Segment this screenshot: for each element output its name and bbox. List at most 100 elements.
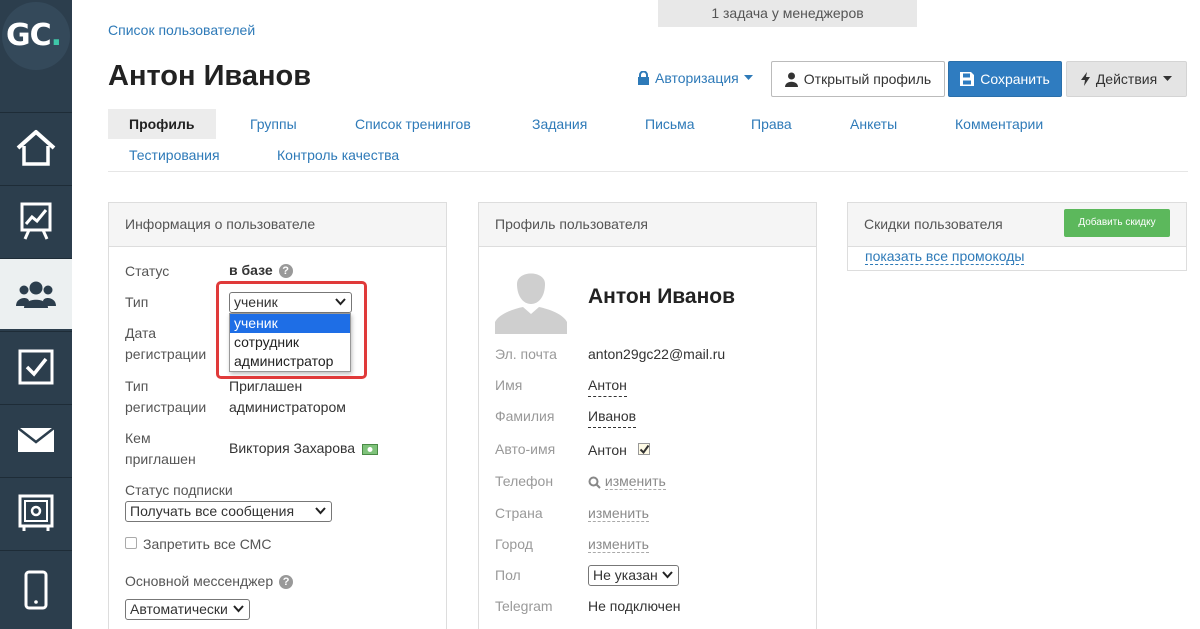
- city-field[interactable]: изменить: [588, 534, 649, 555]
- tab-trainings[interactable]: Список тренингов: [355, 109, 471, 139]
- logo-letters: GC: [6, 18, 52, 53]
- status-value: в базе?: [229, 260, 293, 281]
- reg-type-label-2: регистрации: [125, 399, 207, 415]
- tab-quality[interactable]: Контроль качества: [277, 140, 399, 170]
- tab-testing[interactable]: Тестирования: [129, 140, 220, 170]
- phone-field[interactable]: изменить: [588, 471, 666, 492]
- auth-dropdown[interactable]: Авторизация: [637, 70, 753, 86]
- sidebar-item-reports[interactable]: [0, 185, 72, 256]
- floppy-icon: [960, 72, 975, 86]
- phone-label: Телефон: [495, 473, 554, 489]
- actions-dropdown-button[interactable]: Действия: [1066, 61, 1187, 97]
- telegram-label: Telegram: [495, 598, 553, 614]
- help-icon[interactable]: ?: [278, 264, 293, 279]
- sidebar-item-users[interactable]: [0, 258, 72, 329]
- sms-checkbox[interactable]: [125, 537, 137, 549]
- gender-select[interactable]: Не указан: [588, 565, 679, 586]
- telegram-value: Не подключен: [588, 598, 681, 614]
- tab-groups[interactable]: Группы: [250, 109, 297, 139]
- sidebar-item-tasks[interactable]: [0, 331, 72, 402]
- gender-label: Пол: [495, 567, 521, 583]
- last-name-value[interactable]: Иванов: [588, 406, 637, 428]
- gender-select-value: Не указан: [593, 567, 658, 583]
- tab-forms[interactable]: Анкеты: [850, 109, 897, 139]
- reg-date-label-2: регистрации: [125, 346, 207, 362]
- user-info-title: Информация о пользователе: [109, 203, 446, 247]
- user-icon: [784, 72, 798, 87]
- city-edit-link[interactable]: изменить: [588, 536, 649, 553]
- chevron-down-icon: [315, 507, 326, 515]
- messenger-label-text: Основной мессенджер: [125, 573, 274, 589]
- auto-name-value: Антон: [588, 442, 627, 458]
- invited-by-name: Виктория Захарова: [229, 440, 356, 456]
- reg-type-value-2: администратором: [229, 399, 346, 415]
- save-label: Сохранить: [980, 71, 1050, 87]
- tab-profile[interactable]: Профиль: [108, 109, 216, 139]
- logo-text: GC.: [6, 18, 62, 53]
- sidebar: GC.: [0, 0, 72, 629]
- safe-icon: [18, 494, 54, 531]
- phone-edit-link[interactable]: изменить: [604, 473, 666, 490]
- sms-label[interactable]: Запретить все СМС: [143, 534, 271, 555]
- reg-type-label-1: Тип: [125, 378, 149, 394]
- save-button[interactable]: Сохранить: [948, 61, 1062, 97]
- auto-name-checkbox[interactable]: [638, 443, 650, 455]
- invited-label-2: приглашен: [125, 451, 196, 467]
- chart-board-icon: [20, 202, 52, 240]
- first-name-label: Имя: [495, 377, 523, 393]
- country-field[interactable]: изменить: [588, 503, 649, 524]
- mail-icon: [17, 427, 55, 452]
- auth-label: Авторизация: [655, 70, 739, 86]
- sidebar-item-mail[interactable]: [0, 404, 72, 475]
- city-label: Город: [495, 536, 533, 552]
- tab-rights[interactable]: Права: [751, 109, 792, 139]
- tabs-divider: [108, 171, 1188, 172]
- search-icon: [588, 476, 601, 489]
- app-root: GC. 1 задача у менеджеров Список пользов…: [0, 0, 1200, 629]
- messenger-select-value: Автоматически: [130, 601, 228, 617]
- status-value-text: в базе: [229, 262, 273, 278]
- breadcrumb[interactable]: Список пользователей: [108, 22, 255, 38]
- actions-label: Действия: [1095, 71, 1158, 87]
- tab-tasks[interactable]: Задания: [532, 109, 587, 139]
- task-notice[interactable]: 1 задача у менеджеров: [658, 0, 917, 27]
- subscription-select[interactable]: Получать все сообщения: [125, 501, 332, 522]
- type-label: Тип: [125, 294, 149, 310]
- last-name-label: Фамилия: [495, 408, 555, 424]
- open-profile-button[interactable]: Открытый профиль: [771, 61, 945, 97]
- tab-comments[interactable]: Комментарии: [955, 109, 1043, 139]
- promo-codes-link[interactable]: показать все промокоды: [865, 246, 1025, 267]
- messenger-select[interactable]: Автоматически: [125, 599, 250, 620]
- open-profile-label: Открытый профиль: [803, 71, 932, 87]
- logo[interactable]: GC.: [0, 0, 72, 76]
- promo-codes-link-text: показать все промокоды: [865, 248, 1025, 265]
- sidebar-item-sales[interactable]: [0, 477, 72, 548]
- sidebar-item-mobile[interactable]: [0, 550, 72, 629]
- mobile-icon: [24, 570, 48, 610]
- lock-icon: [638, 71, 649, 85]
- messenger-label: Основной мессенджер?: [125, 571, 294, 592]
- country-edit-link[interactable]: изменить: [588, 505, 649, 522]
- avatar[interactable]: [495, 262, 567, 334]
- invited-by-value[interactable]: Виктория Захарова: [229, 438, 378, 459]
- email-label: Эл. почта: [495, 346, 557, 362]
- chevron-down-icon: [233, 605, 244, 613]
- subscription-label: Статус подписки: [125, 482, 233, 498]
- country-label: Страна: [495, 505, 543, 521]
- highlight-frame: [216, 281, 367, 379]
- sidebar-item-home[interactable]: [0, 112, 72, 183]
- help-icon[interactable]: ?: [279, 575, 294, 590]
- add-discount-button[interactable]: Добавить скидку: [1064, 209, 1170, 237]
- home-icon: [16, 130, 56, 166]
- check-icon: [639, 444, 650, 455]
- money-icon: [361, 443, 378, 455]
- page-title: Антон Иванов: [108, 60, 312, 92]
- caret-down-icon: [1163, 76, 1173, 81]
- reg-type-value-1: Приглашен: [229, 378, 303, 394]
- user-profile-title: Профиль пользователя: [479, 203, 816, 247]
- tab-letters[interactable]: Письма: [645, 109, 695, 139]
- logo-dot: .: [50, 18, 62, 53]
- first-name-value[interactable]: Антон: [588, 375, 627, 397]
- chevron-down-icon: [662, 571, 673, 579]
- auto-name-label: Авто-имя: [495, 441, 556, 457]
